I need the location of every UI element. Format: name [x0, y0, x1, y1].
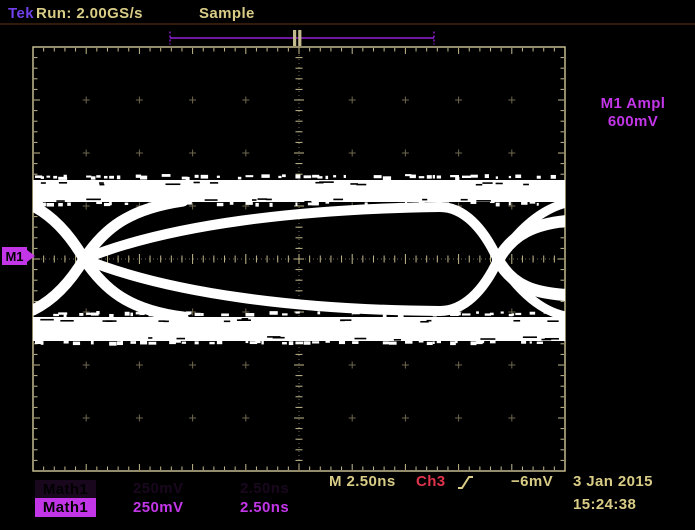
trigger-slope-rising-icon [458, 476, 473, 489]
trigger-level-readout: −6mV [511, 473, 554, 490]
math-channel-ghost-label: Math1 [35, 480, 96, 499]
run-status-label: Run: 2.00GS/s [36, 5, 143, 22]
time-label: 15:24:38 [573, 496, 637, 513]
measurement-source-label: M1 Ampl [600, 95, 666, 112]
date-label: 3 Jan 2015 [573, 473, 653, 490]
acquisition-mode-label: Sample [199, 5, 255, 22]
math-channel-label: Math1 [35, 498, 96, 517]
math-vertical-scale-ghost: 250mV [133, 480, 184, 497]
reference-marker-label: M1 [2, 247, 27, 265]
math-vertical-scale-readout: 250mV [133, 499, 184, 516]
measurement-readout: M1 Ampl 600mV [573, 95, 693, 131]
header-separator [0, 23, 695, 25]
reference-position-marker: M1 [2, 247, 35, 265]
measurement-value-label: 600mV [607, 113, 659, 130]
trigger-position-marker-icon [293, 30, 297, 46]
oscilloscope-screen: Tek Run: 2.00GS/s Sample M1 Ampl 600mV M… [0, 0, 695, 530]
tek-logo: Tek [8, 5, 34, 22]
reference-position-arrow-icon [27, 250, 35, 262]
timebase-readout: M 2.50ns [329, 473, 396, 490]
math-horizontal-scale-readout: 2.50ns [240, 499, 290, 516]
graticule-and-waveform-canvas [32, 30, 566, 472]
trigger-source-readout: Ch3 [416, 473, 446, 490]
math-horizontal-scale-ghost: 2.50ns [240, 480, 290, 497]
